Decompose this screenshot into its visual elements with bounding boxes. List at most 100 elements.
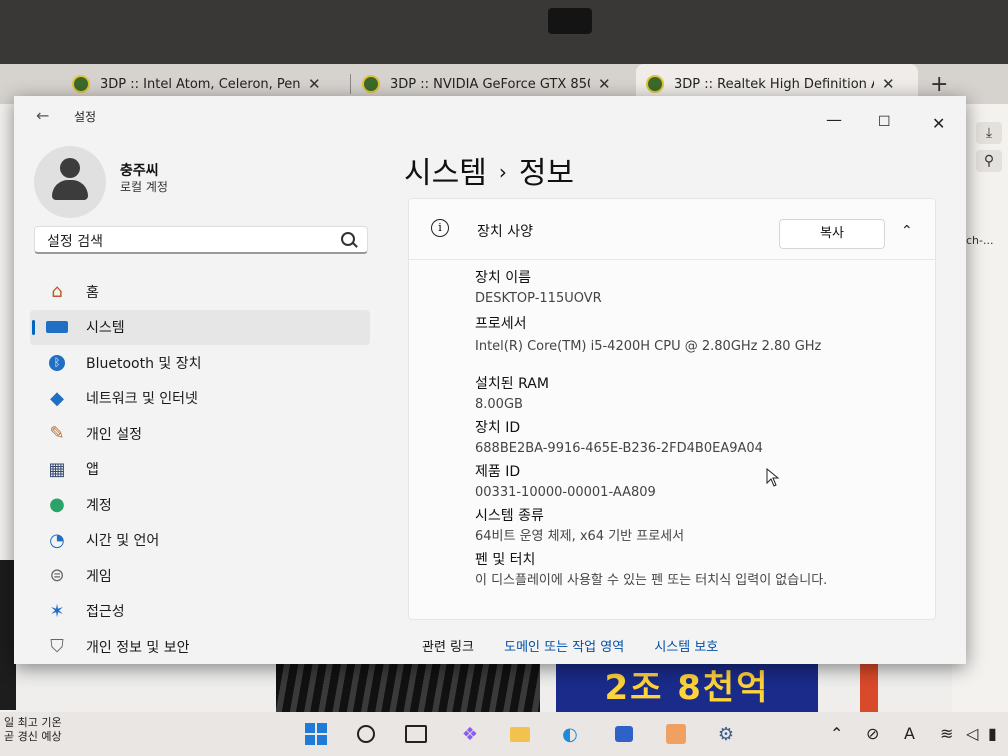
nav-label: 시스템 bbox=[86, 320, 125, 337]
link-system-protection[interactable]: 시스템 보호 bbox=[654, 640, 718, 655]
nav-item-system[interactable]: 시스템 bbox=[30, 309, 370, 345]
spec-label: 장치 ID bbox=[475, 420, 521, 436]
bluetooth-icon: ᛒ bbox=[44, 350, 70, 376]
spec-device-id: 장치 ID 688BE2BA-9916-465E-B236-2FD4B0EA9A… bbox=[475, 417, 865, 457]
breadcrumb-current: 정보 bbox=[518, 156, 575, 191]
nav-label: 네트워크 및 인터넷 bbox=[86, 391, 198, 408]
battery-icon[interactable]: ▮ bbox=[988, 724, 997, 743]
page-title: 시스템 › 정보 bbox=[404, 148, 574, 192]
search-placeholder: 설정 검색 bbox=[47, 234, 103, 250]
settings-search-input[interactable]: 설정 검색 bbox=[34, 226, 368, 254]
search-icon[interactable] bbox=[341, 232, 355, 246]
weather-line: 곧 경신 예상 bbox=[4, 730, 62, 743]
spec-value: 00331-10000-00001-AA809 bbox=[475, 485, 656, 500]
volume-icon[interactable]: ◁ bbox=[966, 724, 978, 743]
tab-title: 3DP :: Realtek High Definition Audio bbox=[674, 76, 874, 92]
spec-label: 장치 이름 bbox=[475, 270, 531, 286]
task-view-icon[interactable] bbox=[404, 722, 428, 746]
weather-line: 일 최고 기온 bbox=[4, 716, 62, 729]
site-favicon-icon bbox=[72, 75, 90, 93]
nav-label: 시간 및 언어 bbox=[86, 533, 160, 550]
nav-item-privacy-security[interactable]: ⛉ 개인 정보 및 보안 bbox=[30, 629, 370, 665]
download-icon[interactable]: ⤓ bbox=[976, 122, 1002, 144]
ad-lottery-banner[interactable]: 2조 8천억 bbox=[556, 664, 818, 712]
nav-item-apps[interactable]: ▦ 앱 bbox=[30, 452, 370, 488]
settings-gear-icon[interactable]: ⚙ bbox=[714, 722, 738, 746]
system-icon bbox=[44, 314, 70, 340]
nav-item-accounts[interactable]: ● 계정 bbox=[30, 487, 370, 523]
tab-close-icon[interactable]: ✕ bbox=[308, 75, 321, 93]
accessibility-icon: ✶ bbox=[49, 600, 65, 622]
link-domain-workgroup[interactable]: 도메인 또는 작업 영역 bbox=[504, 640, 624, 655]
taskbar: 일 최고 기온 곧 경신 예상 ❖ ◐ ⚙ ⌃ ⊘ A ≋ ◁ ▮ bbox=[0, 712, 1008, 756]
shield-icon: ⛉ bbox=[50, 636, 64, 658]
breadcrumb-separator: › bbox=[498, 160, 507, 184]
spec-value: 이 디스플레이에 사용할 수 있는 펜 또는 터치식 입력이 없습니다. bbox=[475, 573, 828, 588]
nav-label: Bluetooth 및 장치 bbox=[86, 355, 202, 372]
tab-separator bbox=[350, 74, 351, 94]
time-language-icon: ◔ bbox=[49, 529, 65, 551]
spec-pen-touch: 펜 및 터치 이 디스플레이에 사용할 수 있는 펜 또는 터치식 입력이 없습… bbox=[475, 549, 865, 589]
pin-icon[interactable]: ⚲ bbox=[976, 150, 1002, 172]
spec-value: Intel(R) Core(TM) i5-4200H CPU @ 2.80GHz… bbox=[475, 339, 822, 354]
maximize-button[interactable]: ☐ bbox=[878, 114, 891, 130]
nav-label: 앱 bbox=[86, 462, 99, 479]
avatar bbox=[34, 146, 106, 218]
nav-item-bluetooth[interactable]: ᛒ Bluetooth 및 장치 bbox=[30, 345, 370, 381]
ad-tire-image[interactable] bbox=[276, 664, 540, 712]
nav-item-home[interactable]: ⌂ 홈 bbox=[30, 274, 370, 310]
nav-label: 홈 bbox=[86, 284, 99, 301]
chevron-up-icon[interactable]: ⌃ bbox=[830, 724, 843, 743]
tab-title: 3DP :: Intel Atom, Celeron, Pentium bbox=[100, 76, 300, 92]
brush-icon: ✎ bbox=[49, 423, 65, 445]
profile-name: 충주씨 bbox=[120, 163, 159, 179]
nav-item-gaming[interactable]: ⊜ 게임 bbox=[30, 558, 370, 594]
window-title: 설정 bbox=[74, 110, 97, 124]
wifi-icon[interactable]: ≋ bbox=[940, 724, 953, 743]
nav-item-accessibility[interactable]: ✶ 접근성 bbox=[30, 594, 370, 630]
edge-browser-icon[interactable]: ◐ bbox=[558, 722, 582, 746]
nav-label: 계정 bbox=[86, 497, 112, 514]
device-specs-title: 장치 사양 bbox=[477, 224, 533, 240]
new-tab-button[interactable]: + bbox=[930, 72, 948, 97]
chevron-up-icon[interactable]: ⌃ bbox=[901, 223, 913, 239]
spec-product-id: 제품 ID 00331-10000-00001-AA809 bbox=[475, 461, 865, 501]
info-icon: i bbox=[431, 219, 449, 237]
gaming-icon: ⊜ bbox=[49, 565, 65, 587]
nav-item-network[interactable]: ◆ 네트워크 및 인터넷 bbox=[30, 381, 370, 417]
spec-label: 설치된 RAM bbox=[475, 376, 549, 392]
tab-title: 3DP :: NVIDIA GeForce GTX 850M bbox=[390, 76, 590, 92]
device-specs-header[interactable]: i 장치 사양 복사 ⌃ bbox=[409, 199, 935, 260]
related-links: 관련 링크 도메인 또는 작업 영역 시스템 보호 bbox=[422, 636, 744, 655]
file-explorer-icon[interactable] bbox=[508, 722, 532, 746]
store-icon[interactable] bbox=[612, 722, 636, 746]
app-icon[interactable] bbox=[664, 722, 688, 746]
related-links-label: 관련 링크 bbox=[422, 640, 474, 655]
nav-item-personalization[interactable]: ✎ 개인 설정 bbox=[30, 416, 370, 452]
nav-item-time-language[interactable]: ◔ 시간 및 언어 bbox=[30, 523, 370, 559]
account-icon: ● bbox=[49, 494, 65, 516]
input-method-icon[interactable]: A bbox=[904, 724, 915, 743]
spec-system-type: 시스템 종류 64비트 운영 체제, x64 기반 프로세서 bbox=[475, 505, 865, 545]
network-off-icon[interactable]: ⊘ bbox=[866, 724, 879, 743]
tab-close-icon[interactable]: ✕ bbox=[598, 75, 611, 93]
copilot-icon[interactable]: ❖ bbox=[458, 722, 482, 746]
settings-nav: ⌂ 홈 시스템 ᛒ Bluetooth 및 장치 ◆ 네트워크 및 인터넷 ✎ … bbox=[30, 274, 370, 665]
copy-button[interactable]: 복사 bbox=[779, 219, 885, 249]
breadcrumb-parent[interactable]: 시스템 bbox=[404, 156, 487, 191]
weather-widget[interactable]: 일 최고 기온 곧 경신 예상 bbox=[4, 716, 62, 744]
search-icon[interactable] bbox=[354, 722, 378, 746]
home-icon: ⌂ bbox=[51, 281, 63, 303]
wifi-icon: ◆ bbox=[50, 387, 64, 409]
start-button[interactable] bbox=[304, 722, 328, 746]
spec-label: 제품 ID bbox=[475, 464, 521, 480]
spec-value: 64비트 운영 체제, x64 기반 프로세서 bbox=[475, 529, 685, 544]
spec-label: 시스템 종류 bbox=[475, 508, 544, 524]
mouse-cursor-icon bbox=[766, 468, 780, 487]
close-button[interactable]: ✕ bbox=[932, 114, 945, 133]
background-text: ch-... bbox=[966, 234, 994, 247]
back-button[interactable]: ← bbox=[36, 106, 49, 125]
tab-close-icon[interactable]: ✕ bbox=[882, 75, 895, 93]
minimize-button[interactable]: — bbox=[826, 110, 842, 129]
nav-label: 접근성 bbox=[86, 604, 125, 621]
